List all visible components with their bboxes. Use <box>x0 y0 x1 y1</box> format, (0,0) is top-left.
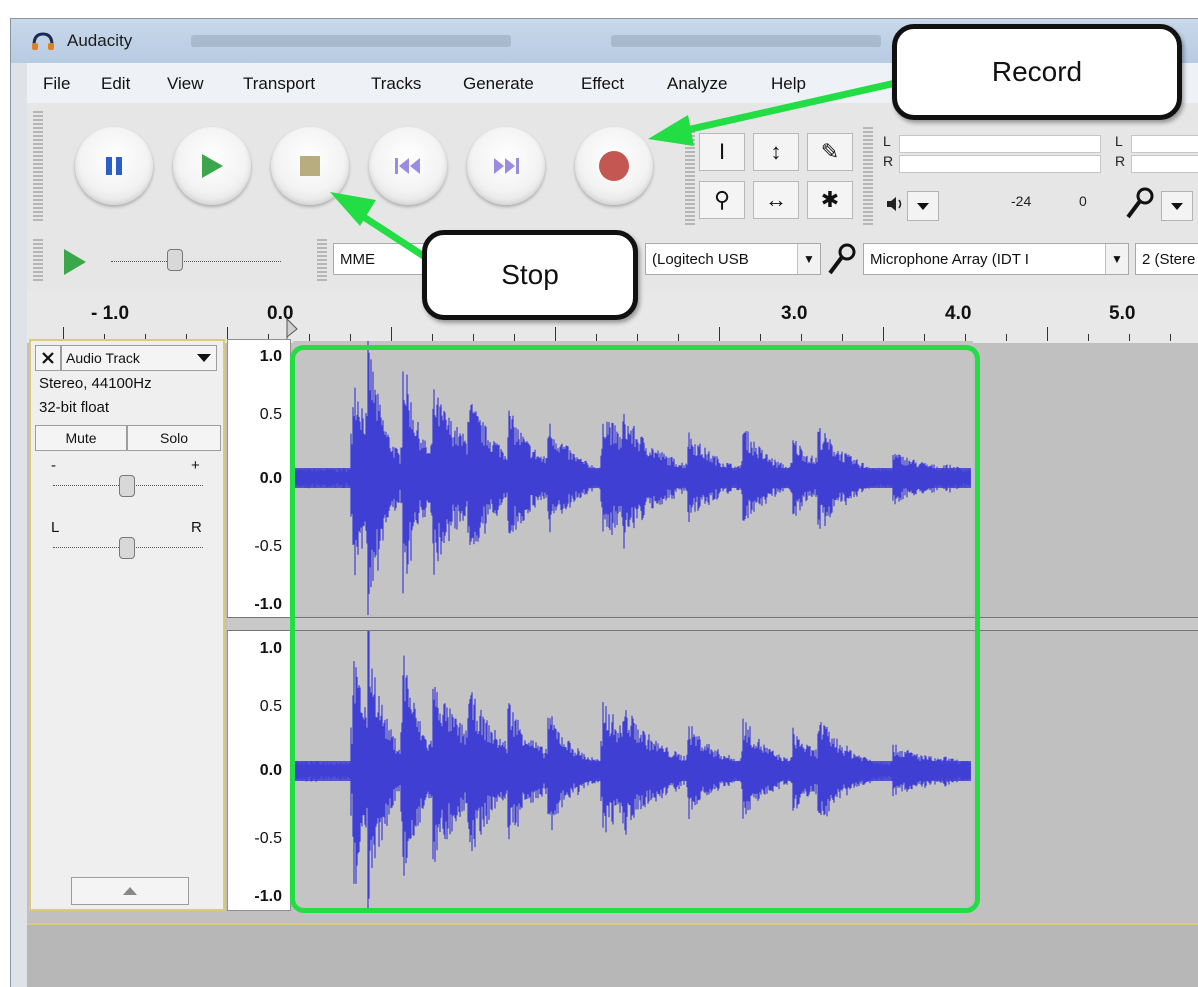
record-callout-arrow <box>648 78 901 146</box>
record-callout: Record <box>892 24 1182 120</box>
callout-arrows <box>330 78 901 271</box>
stop-callout: Stop <box>422 230 638 320</box>
